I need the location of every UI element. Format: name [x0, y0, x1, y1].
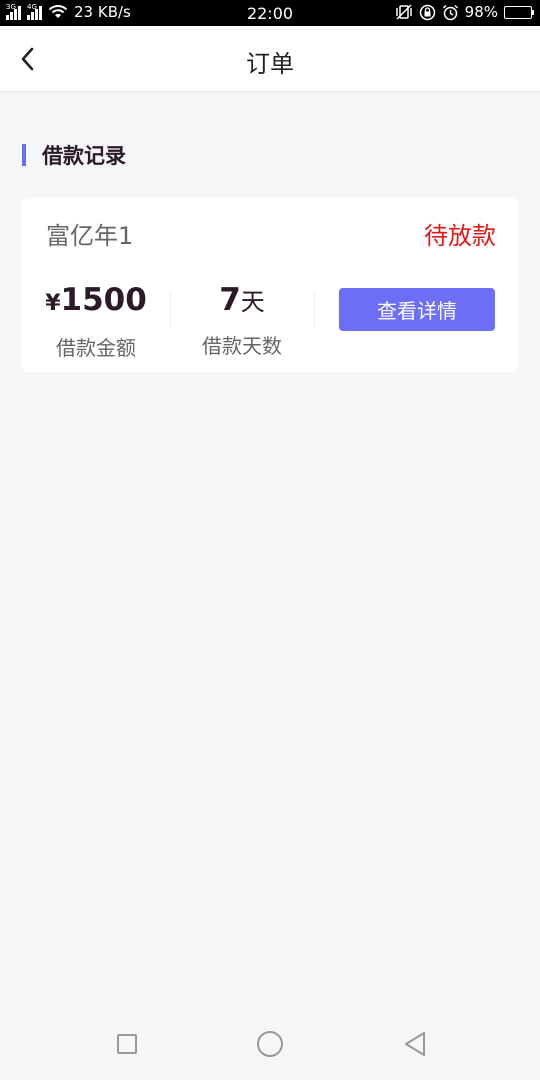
- loan-amount-value: ¥1500: [22, 282, 170, 322]
- vibrate-off-icon: [395, 4, 412, 20]
- days-unit: 天: [240, 288, 265, 316]
- system-nav-bar: [0, 1010, 540, 1080]
- section-accent-bar: [22, 144, 26, 166]
- currency-symbol: ¥: [45, 291, 61, 316]
- loan-record-card: 富亿年1 待放款 ¥1500 借款金额 7天 借款天数 查看详情: [22, 198, 518, 372]
- battery-icon: [504, 5, 534, 19]
- loan-days-stat: 7天 借款天数: [168, 282, 316, 359]
- view-details-button[interactable]: 查看详情: [339, 288, 495, 331]
- section-title: 借款记录: [42, 144, 126, 168]
- stat-divider: [314, 292, 315, 328]
- recent-apps-icon[interactable]: [117, 1034, 137, 1054]
- back-icon[interactable]: [402, 1030, 428, 1058]
- home-icon[interactable]: [257, 1031, 283, 1057]
- status-bar: 3G 4G 23 KB/s 22:00 98%: [0, 0, 540, 26]
- status-right: 98%: [395, 3, 534, 21]
- section-header: 借款记录: [22, 140, 126, 170]
- loan-days-value: 7天: [168, 282, 316, 320]
- page-title: 订单: [246, 50, 294, 78]
- product-name: 富亿年1: [46, 222, 134, 250]
- loan-days-label: 借款天数: [202, 334, 282, 358]
- battery-percent: 98%: [464, 3, 498, 21]
- loan-amount-stat: ¥1500 借款金额: [22, 282, 170, 361]
- loan-days: 7: [219, 282, 241, 318]
- nav-bar: 订单: [0, 26, 540, 92]
- loan-amount-label: 借款金额: [56, 336, 136, 360]
- alarm-icon: [442, 4, 458, 20]
- order-status: 待放款: [424, 222, 496, 250]
- loan-amount: 1500: [60, 282, 147, 318]
- rotation-lock-icon: [419, 4, 435, 20]
